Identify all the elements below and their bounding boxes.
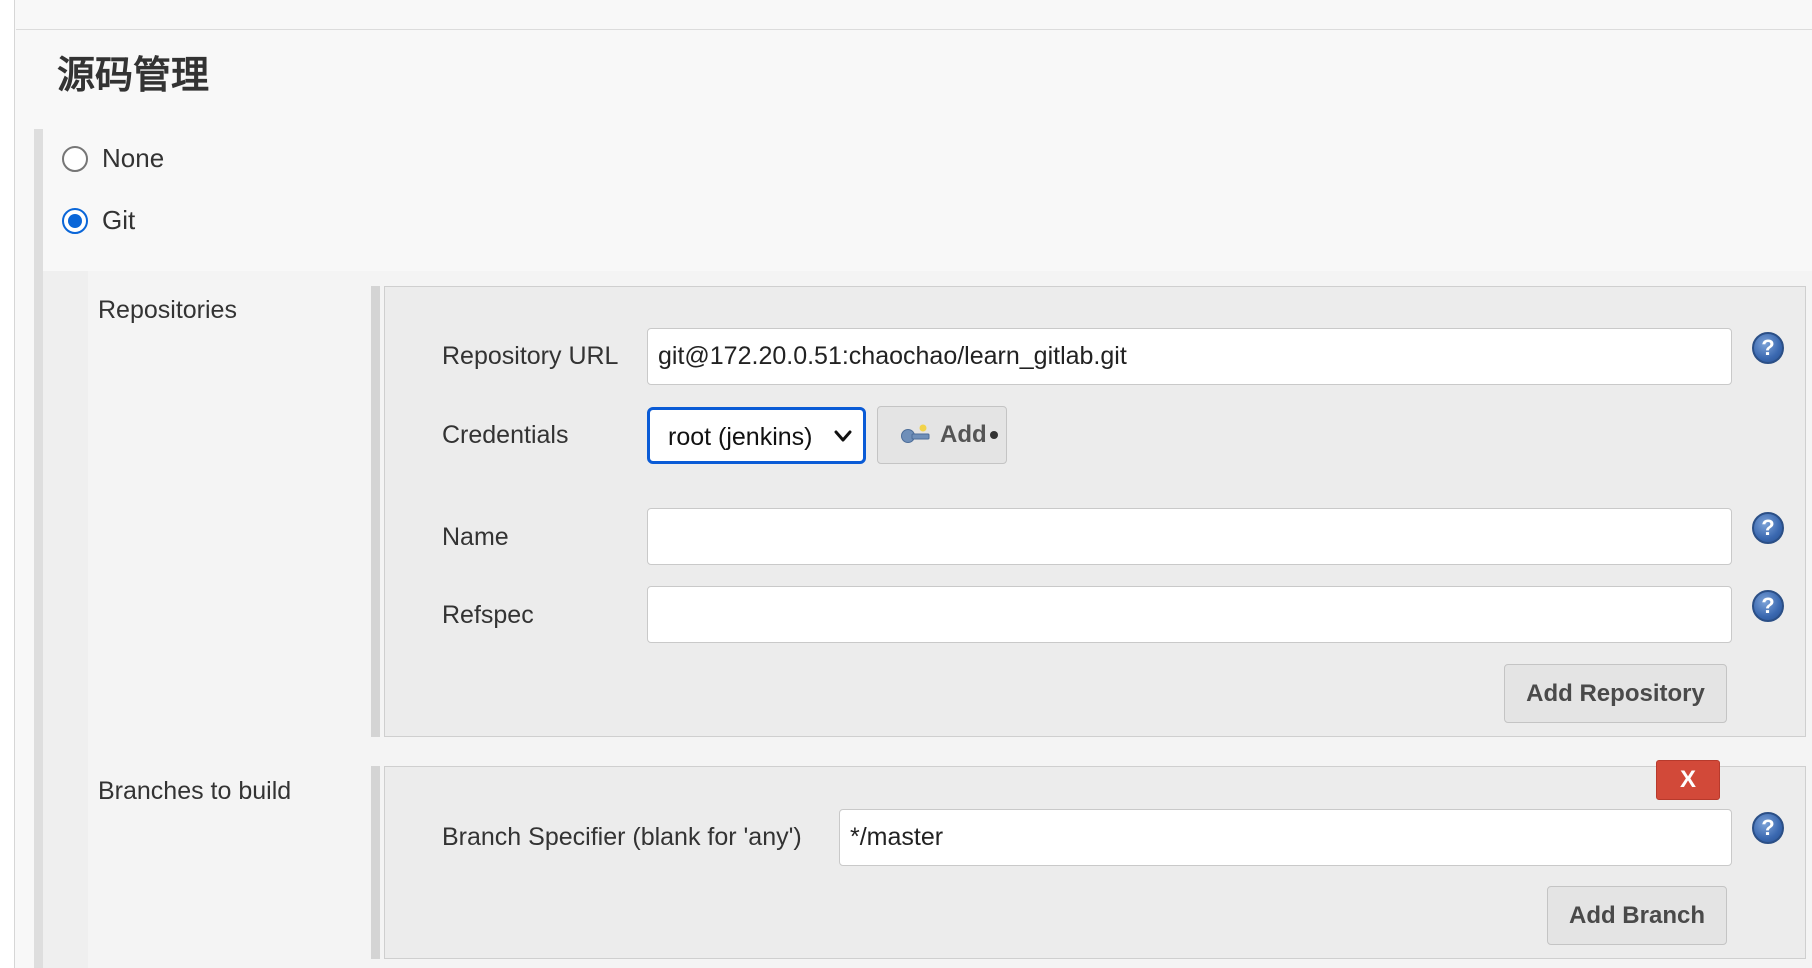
branch-specifier-input[interactable]: */master xyxy=(839,809,1732,866)
radio-git[interactable] xyxy=(62,207,88,234)
scm-option-label: Git xyxy=(102,205,136,235)
delete-branch-button[interactable]: X xyxy=(1656,760,1720,800)
credentials-select[interactable]: root (jenkins) xyxy=(647,407,866,464)
help-glyph: ? xyxy=(1761,815,1775,840)
scm-indent-bar xyxy=(34,129,43,968)
repositories-indent-bar xyxy=(371,286,380,737)
dropdown-caret-icon xyxy=(989,431,998,439)
help-glyph: ? xyxy=(1761,335,1775,360)
refspec-input[interactable] xyxy=(647,586,1732,643)
add-repository-button[interactable]: Add Repository xyxy=(1504,664,1727,723)
section-title: 源码管理 xyxy=(57,53,210,97)
help-icon[interactable]: ? xyxy=(1752,512,1784,544)
scm-option-none[interactable]: None xyxy=(62,143,164,174)
git-indent-bar xyxy=(43,271,88,968)
name-label: Name xyxy=(442,523,509,551)
credentials-selected-value: root (jenkins) xyxy=(668,423,813,451)
help-glyph: ? xyxy=(1761,515,1775,540)
key-icon xyxy=(901,424,930,443)
help-icon[interactable]: ? xyxy=(1752,812,1784,844)
chevron-down-icon xyxy=(834,430,852,442)
branches-label: Branches to build xyxy=(98,777,292,805)
divider xyxy=(16,29,1812,30)
jenkins-scm-config: 源码管理 None Git Repositories Repository UR… xyxy=(0,0,1812,968)
add-credentials-button[interactable]: Add xyxy=(877,406,1007,464)
add-credentials-label: Add xyxy=(940,421,987,448)
repository-url-input[interactable]: git@172.20.0.51:chaochao/learn_gitlab.gi… xyxy=(647,328,1732,385)
name-input[interactable] xyxy=(647,508,1732,565)
scm-option-git[interactable]: Git xyxy=(62,205,135,236)
radio-none[interactable] xyxy=(62,145,88,172)
scm-option-label: None xyxy=(102,143,165,173)
branches-indent-bar xyxy=(371,766,380,959)
help-icon[interactable]: ? xyxy=(1752,332,1784,364)
add-branch-button[interactable]: Add Branch xyxy=(1547,886,1727,945)
branch-specifier-label: Branch Specifier (blank for 'any') xyxy=(442,823,802,851)
help-icon[interactable]: ? xyxy=(1752,590,1784,622)
repository-url-label: Repository URL xyxy=(442,342,619,370)
left-rail xyxy=(0,0,15,968)
credentials-label: Credentials xyxy=(442,421,569,449)
refspec-label: Refspec xyxy=(442,601,534,629)
help-glyph: ? xyxy=(1761,593,1775,618)
repositories-label: Repositories xyxy=(98,296,237,324)
